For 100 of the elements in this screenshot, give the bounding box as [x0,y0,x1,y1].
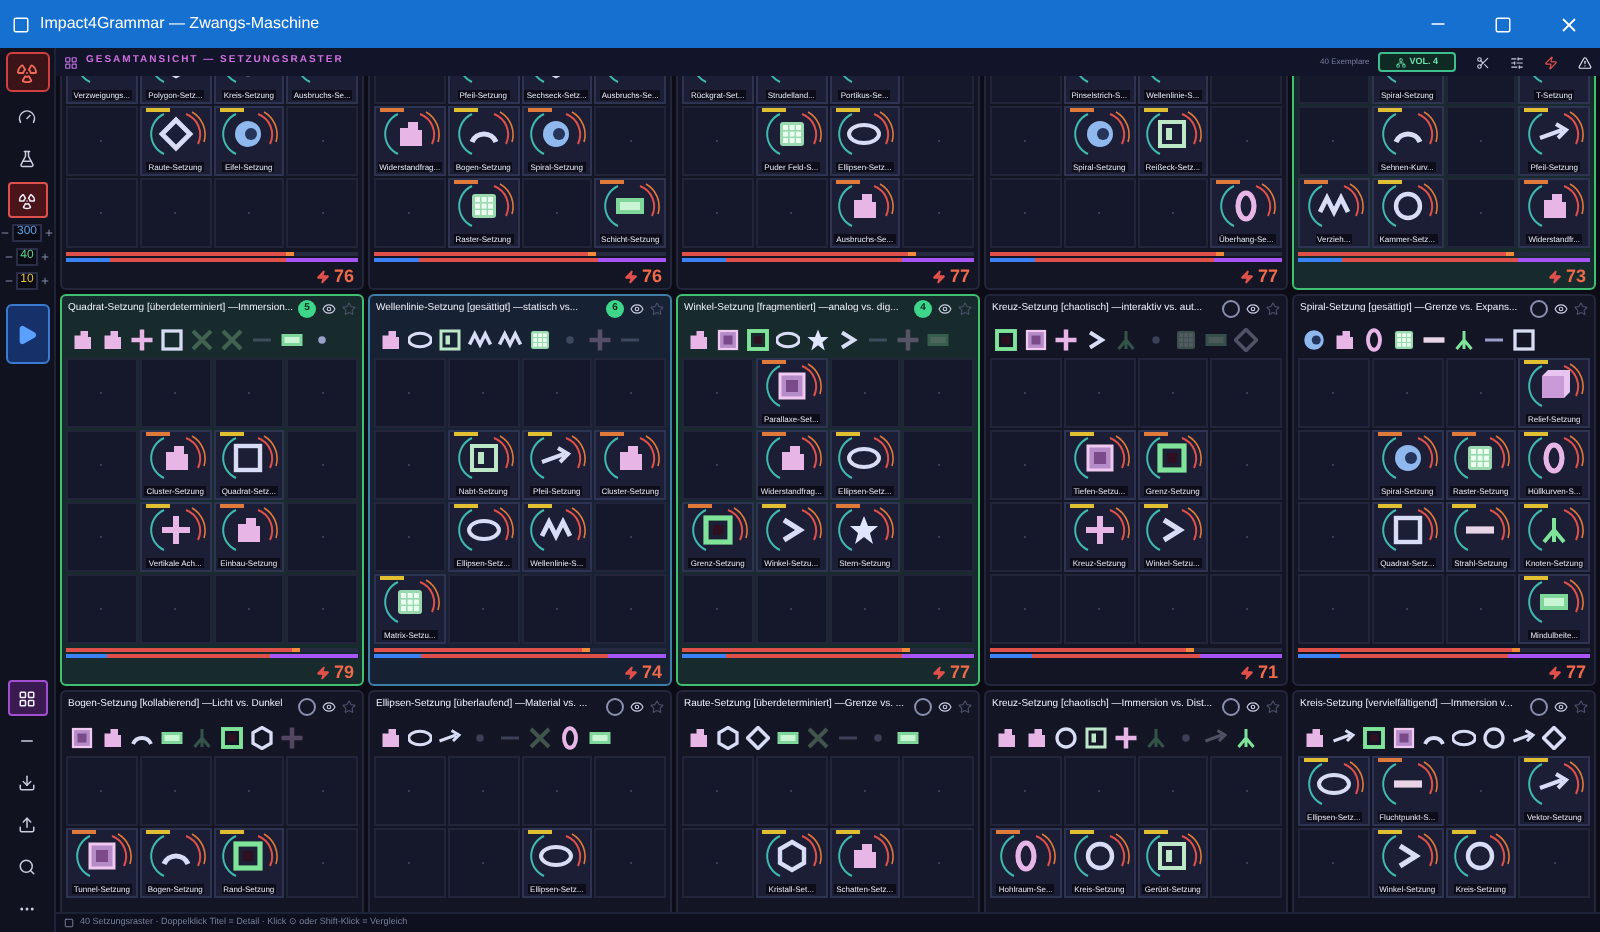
grid-button[interactable] [7,680,47,716]
branch-icon[interactable] [1234,726,1258,750]
chevron-icon[interactable] [836,328,860,353]
decrease-icon[interactable] [4,252,15,262]
blob-icon[interactable] [1302,726,1326,750]
compare-toggle[interactable] [914,697,932,715]
blob-icon[interactable] [100,726,124,750]
eye-icon[interactable] [630,302,644,317]
star-icon[interactable] [1574,699,1588,713]
lightning-icon [315,665,330,679]
blob-icon[interactable] [378,328,402,353]
star-icon[interactable] [958,699,972,713]
layers-icon[interactable] [896,726,920,750]
frame-icon[interactable] [438,328,462,353]
maximize-icon[interactable] [1494,15,1512,33]
compare-toggle[interactable] [1530,300,1548,319]
close-icon[interactable] [1558,13,1580,35]
network-icon [1395,57,1406,67]
status-icon [64,918,74,928]
eye-icon[interactable] [322,302,336,317]
blob-icon[interactable] [100,328,124,353]
grid-icon[interactable] [528,328,552,353]
ring-icon[interactable] [558,726,582,750]
blob-icon[interactable] [1332,328,1356,353]
blob-icon[interactable] [994,726,1018,750]
plus-icon[interactable] [1114,726,1138,750]
lightning-icon [623,269,638,283]
ring-icon[interactable] [1362,328,1386,353]
compare-toggle[interactable] [298,697,316,715]
diamond-icon[interactable] [746,726,770,750]
spiral-icon[interactable] [1302,328,1326,353]
wave-icon[interactable] [498,328,522,353]
chevron-icon[interactable] [1084,328,1108,353]
search-icon [18,857,36,875]
hexagon-icon[interactable] [250,726,274,750]
star-icon[interactable] [806,328,830,353]
lightning-icon [931,665,946,679]
plus-icon[interactable] [1054,328,1078,353]
grid-icon [64,55,78,69]
layers-icon[interactable] [588,726,612,750]
increase-icon[interactable] [39,276,50,286]
grid-icon [18,689,36,707]
diamond-icon[interactable] [1542,726,1566,750]
eye-icon[interactable] [322,699,336,713]
decrease-icon[interactable] [0,228,11,238]
play-button[interactable] [5,304,49,364]
eye-icon[interactable] [630,699,644,713]
score: 73 [1565,267,1586,285]
eye-icon[interactable] [1554,302,1568,317]
blob-icon[interactable] [686,726,710,750]
scissors-icon[interactable] [1476,55,1490,69]
blob-icon[interactable] [686,328,710,353]
compare-toggle[interactable] [1530,697,1548,715]
star-icon[interactable] [1574,302,1588,317]
star-icon[interactable] [650,699,664,713]
download-icon [18,773,36,791]
lightning-icon [931,269,946,283]
compare-toggle[interactable] [1222,300,1240,319]
eye-icon[interactable] [938,302,952,317]
grid-icon[interactable] [1392,328,1416,353]
square-icon[interactable] [160,328,184,353]
circle-icon[interactable] [1054,726,1078,750]
hazard-button[interactable] [7,182,47,218]
star-icon[interactable] [342,699,356,713]
layers-icon[interactable] [776,726,800,750]
branch-icon[interactable] [1452,328,1476,353]
eye-icon[interactable] [938,699,952,713]
hexagon-icon[interactable] [716,726,740,750]
circle-icon[interactable] [1482,726,1506,750]
layers-icon[interactable] [160,726,184,750]
play-icon [16,323,38,345]
score: 71 [1257,663,1278,681]
lightning-icon [1547,269,1562,283]
star-icon[interactable] [1266,302,1280,317]
eye-icon[interactable] [1554,699,1568,713]
blob-icon[interactable] [1024,726,1048,750]
upload-icon [18,815,36,833]
eye-icon[interactable] [1246,699,1260,713]
decrease-icon[interactable] [4,276,15,286]
square-icon[interactable] [1512,328,1536,353]
blob-icon[interactable] [378,726,402,750]
star-icon[interactable] [650,302,664,317]
blob-icon[interactable] [70,328,94,353]
frame-icon[interactable] [1084,726,1108,750]
increase-icon[interactable] [39,252,50,262]
plus-icon[interactable] [130,328,154,353]
star-icon[interactable] [1266,699,1280,713]
compare-toggle[interactable] [606,697,624,715]
lightning-icon[interactable] [1544,55,1558,69]
settings-icon[interactable] [1510,55,1524,69]
wave-icon[interactable] [468,328,492,353]
window-title: Impact4Grammar — Zwangs-Maschine [40,12,322,36]
lightning-icon [1239,665,1254,679]
eye-icon[interactable] [1246,302,1260,317]
star-icon[interactable] [958,302,972,317]
warning-icon[interactable] [1578,55,1592,69]
compare-toggle[interactable] [1222,697,1240,715]
score: 76 [641,267,662,285]
star-icon[interactable] [342,302,356,317]
increase-icon[interactable] [43,228,53,238]
